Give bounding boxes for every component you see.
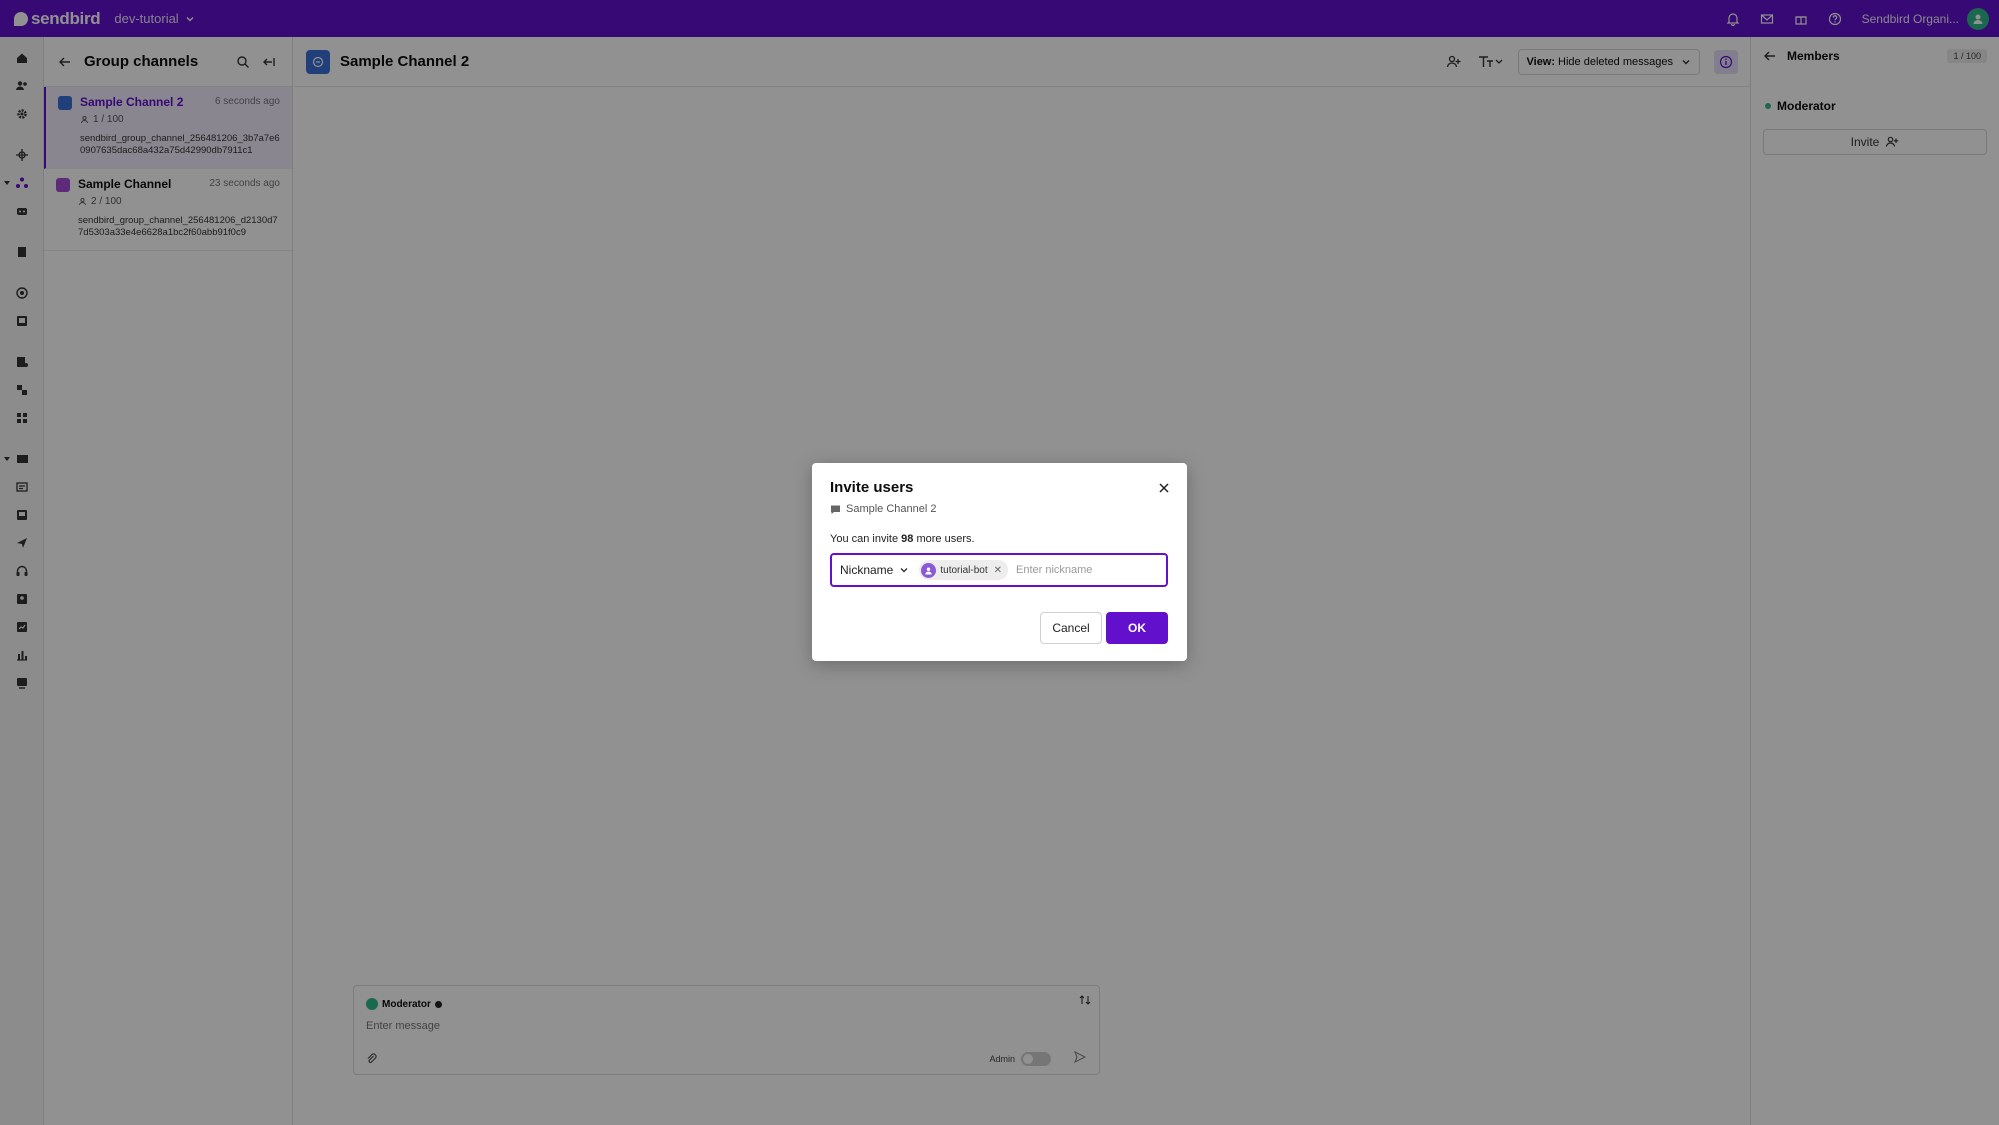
chevron-down-icon (899, 565, 909, 575)
close-icon[interactable] (1157, 481, 1171, 495)
ok-button[interactable]: OK (1106, 612, 1168, 644)
user-avatar-icon (921, 562, 937, 578)
note-prefix: You can invite (830, 533, 902, 545)
nickname-input[interactable] (1016, 564, 1156, 576)
note-suffix: more users. (913, 533, 975, 545)
chat-bubble-icon (830, 504, 841, 515)
search-type-dropdown[interactable]: Nickname (832, 555, 917, 585)
invite-remaining-count: 98 (901, 533, 914, 545)
chip-label: tutorial-bot (940, 564, 988, 576)
dialog-channel: Sample Channel 2 (830, 503, 937, 515)
selected-user-chip: tutorial-bot ✕ (919, 560, 1008, 580)
dialog-channel-name: Sample Channel 2 (846, 503, 937, 515)
remove-chip-icon[interactable]: ✕ (994, 565, 1002, 576)
invite-users-dialog: Invite users Sample Channel 2 You can in… (812, 463, 1187, 661)
search-type-value: Nickname (840, 563, 894, 577)
invite-limit-note: You can invite 98 more users. (830, 533, 975, 545)
invite-user-field: Nickname tutorial-bot ✕ (830, 553, 1168, 587)
cancel-button[interactable]: Cancel (1040, 612, 1102, 644)
dialog-title: Invite users (830, 479, 914, 496)
